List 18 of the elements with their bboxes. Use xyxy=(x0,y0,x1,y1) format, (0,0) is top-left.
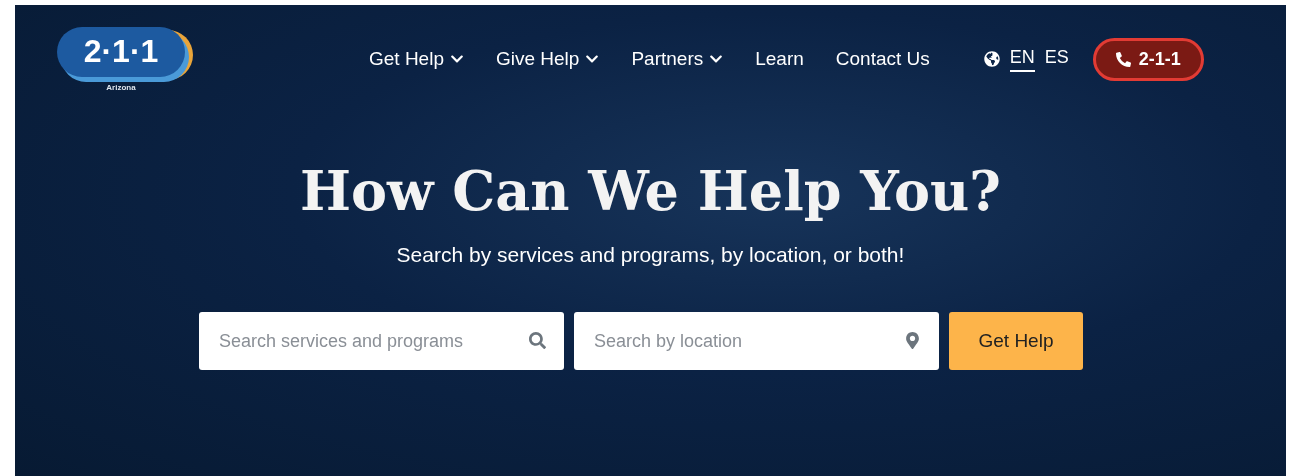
nav-link[interactable]: Give Help xyxy=(496,48,600,70)
globe-icon xyxy=(983,51,1000,67)
search-icon xyxy=(529,332,546,349)
language-link[interactable]: ES xyxy=(1044,46,1069,72)
logo-region-text: Arizona xyxy=(106,82,136,92)
services-search-field[interactable]: Search services and programs xyxy=(199,312,564,370)
nav-link[interactable]: Get Help xyxy=(369,48,464,70)
hero-title: How Can We Help You? xyxy=(299,159,1002,223)
nav-link[interactable]: Partners xyxy=(631,48,724,70)
phone-icon xyxy=(1115,51,1131,67)
language-link[interactable]: EN xyxy=(1009,46,1035,72)
call-button[interactable]: 2-1-1 xyxy=(1092,37,1204,81)
nav-link[interactable]: Learn xyxy=(755,48,804,70)
hero-subtitle: Search by services and programs, by location, or both! xyxy=(395,243,906,267)
location-search-field[interactable]: Search by location xyxy=(574,312,939,370)
nav-link[interactable]: Contact Us xyxy=(835,48,930,70)
get-help-button[interactable]: Get Help xyxy=(949,312,1083,370)
map-pin-icon xyxy=(904,332,921,349)
